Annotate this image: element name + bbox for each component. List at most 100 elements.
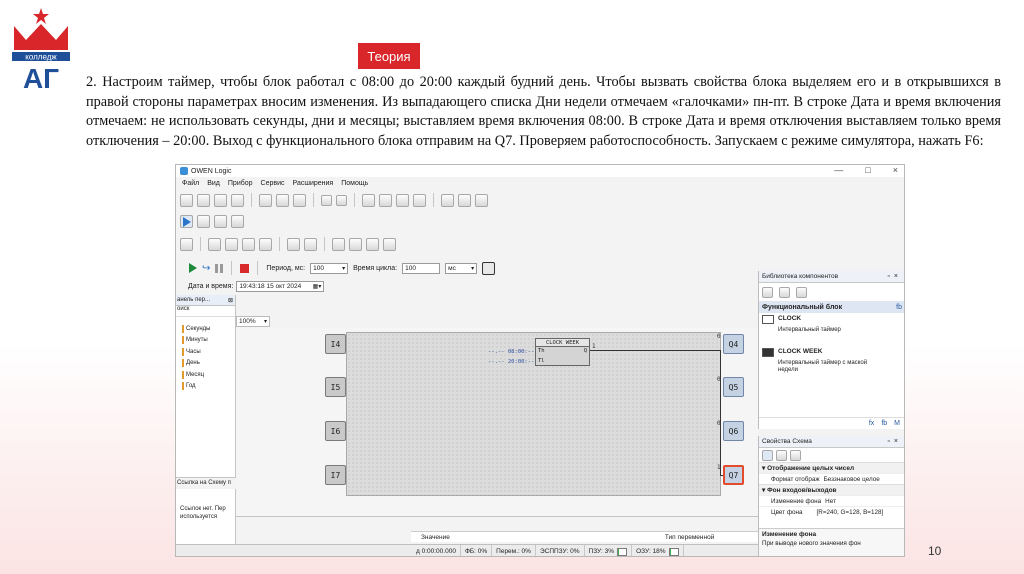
menu-service[interactable]: Сервис [261, 180, 285, 187]
status-flash: ПЗУ: 3% [588, 548, 615, 555]
var-out-icon[interactable] [225, 237, 238, 251]
th-constant[interactable]: --.-- 08:00:-- [488, 349, 534, 355]
list-item[interactable]: День [182, 358, 235, 370]
cycle-input[interactable]: 100 [402, 262, 441, 274]
input-i5[interactable]: I5 [325, 377, 346, 397]
menu-device[interactable]: Прибор [228, 180, 253, 187]
panel-close-icon[interactable]: ⊠ [228, 297, 235, 304]
write-icon[interactable] [332, 237, 345, 251]
export-icon[interactable] [413, 193, 426, 207]
var-in-icon[interactable] [208, 237, 221, 251]
categorized-icon[interactable] [762, 449, 773, 461]
clock-week-block[interactable]: CLOCK WEEK Th Q Tl [535, 338, 590, 366]
menu-help[interactable]: Помощь [341, 180, 368, 187]
cut-icon[interactable] [259, 193, 272, 207]
net-in-icon[interactable] [287, 237, 300, 251]
zoom-select[interactable]: 100% ▾ [236, 315, 270, 327]
pause-icon[interactable] [215, 263, 224, 273]
maximize-button[interactable]: □ [865, 165, 870, 175]
block-pin-th[interactable]: Th Q [536, 347, 589, 357]
tab-macro[interactable]: M [894, 420, 900, 427]
align-right-icon[interactable] [475, 193, 488, 207]
list-item[interactable]: Секунды [182, 323, 235, 335]
library-icon[interactable] [362, 193, 375, 207]
device-settings-icon[interactable] [231, 215, 244, 228]
list-item[interactable]: Часы [182, 346, 235, 358]
library-item-clock-week[interactable]: CLOCK WEEK Интервальный таймер с маской … [759, 346, 904, 376]
datetime-field[interactable]: 19:43:18 15 окт 2024 ▦▾ [236, 281, 325, 292]
align-left-icon[interactable] [441, 193, 454, 207]
library-item-clock[interactable]: CLOCK Интервальный таймер [759, 313, 904, 336]
datetime-toolbar: Дата и время: 19:43:18 15 окт 2024 ▦▾ [180, 281, 325, 292]
menu-extensions[interactable]: Расширения [293, 180, 334, 187]
open-file-icon[interactable] [197, 193, 210, 207]
prop-section-io-bg[interactable]: ▾ Фон входов/выходов [759, 484, 904, 495]
block-pin-tl[interactable]: Tl [536, 357, 589, 367]
output-q7[interactable]: Q7 [723, 465, 744, 485]
list-item[interactable]: Минуты [182, 335, 235, 347]
new-file-icon[interactable] [180, 193, 193, 207]
chevron-down-icon: ▾ [342, 265, 346, 272]
minimize-button[interactable]: — [834, 165, 843, 175]
paste-icon[interactable] [293, 193, 306, 207]
sort-icon[interactable] [779, 286, 790, 298]
tab-fb[interactable]: fb [881, 420, 887, 427]
stop-icon[interactable] [240, 263, 250, 273]
copy-icon[interactable] [276, 193, 289, 207]
close-button[interactable]: × [893, 165, 898, 175]
variables-table: Значение Тип переменной [236, 516, 758, 542]
list-item[interactable]: Месяц [182, 369, 235, 381]
const-icon[interactable] [242, 237, 255, 251]
run-icon[interactable] [189, 263, 197, 273]
print-icon[interactable] [231, 193, 244, 207]
status-flash-cell: ПЗУ: 3% [585, 545, 633, 556]
prop-row-bg-color[interactable]: Цвет фона [R=240, G=128, B=128] [759, 506, 904, 517]
prop-row-format[interactable]: Формат отображ Беззнаковое целое [759, 473, 904, 484]
library-category[interactable]: Функциональный блок fb [759, 301, 904, 313]
tl-constant[interactable]: --.-- 20:00:-- [488, 359, 534, 365]
save-icon[interactable] [214, 193, 227, 207]
alphabetical-icon[interactable] [776, 449, 787, 461]
prop-section-integers[interactable]: ▾ Отображение целых чисел [759, 462, 904, 473]
panel-controls-icon[interactable]: ▫× [887, 438, 904, 445]
undo-icon[interactable] [321, 194, 332, 206]
simulate-button[interactable] [180, 215, 193, 228]
block-icon[interactable] [259, 237, 272, 251]
input-i7[interactable]: I7 [325, 465, 346, 485]
oscilloscope-icon[interactable] [482, 261, 496, 275]
macro-icon[interactable] [396, 193, 409, 207]
view-mode-icon[interactable] [762, 286, 773, 298]
prop-row-bg-change[interactable]: Изменение фона Нет [759, 495, 904, 506]
output-q4[interactable]: Q4 [723, 334, 744, 354]
wire-tool-icon[interactable] [180, 237, 193, 251]
net-out-icon[interactable] [304, 237, 317, 251]
menu-view[interactable]: Вид [207, 180, 220, 187]
library-header: Библиотека компонентов ▫× [759, 271, 904, 283]
input-i4[interactable]: I4 [325, 334, 346, 354]
upload-device-icon[interactable] [197, 215, 210, 228]
device-info-icon[interactable] [214, 215, 227, 228]
cycle-unit-select[interactable]: мс ▾ [445, 262, 478, 274]
input-i6[interactable]: I6 [325, 421, 346, 441]
redo-icon[interactable] [336, 194, 347, 206]
align-center-icon[interactable] [458, 193, 471, 207]
panel-controls-icon[interactable]: ▫× [887, 273, 904, 280]
step-icon[interactable]: ↪ [202, 263, 210, 274]
search-icon[interactable] [379, 193, 392, 207]
collapse-icon[interactable] [796, 286, 807, 298]
read-icon[interactable] [349, 237, 362, 251]
clock-week-block-icon [762, 348, 774, 357]
menu-file[interactable]: Файл [182, 180, 199, 187]
bit-to-x-icon[interactable] [366, 237, 379, 251]
period-select[interactable]: 100 ▾ [310, 262, 349, 274]
variables-search[interactable]: оиск [176, 306, 235, 317]
period-value: 100 [313, 264, 324, 272]
instruction-paragraph: 2. Настроим таймер, чтобы блок работал с… [86, 74, 1001, 149]
property-pages-icon[interactable] [790, 449, 801, 461]
list-item[interactable]: Год [182, 381, 235, 393]
tab-fx[interactable]: fx [869, 420, 874, 427]
output-q5[interactable]: Q5 [723, 377, 744, 397]
x-to-f-icon[interactable] [383, 237, 396, 251]
schematic-canvas[interactable]: I4 I5 I6 I7 Q4 Q5 Q6 Q7 0 0 0 1 CLOCK WE… [236, 328, 758, 516]
output-q6[interactable]: Q6 [723, 421, 744, 441]
